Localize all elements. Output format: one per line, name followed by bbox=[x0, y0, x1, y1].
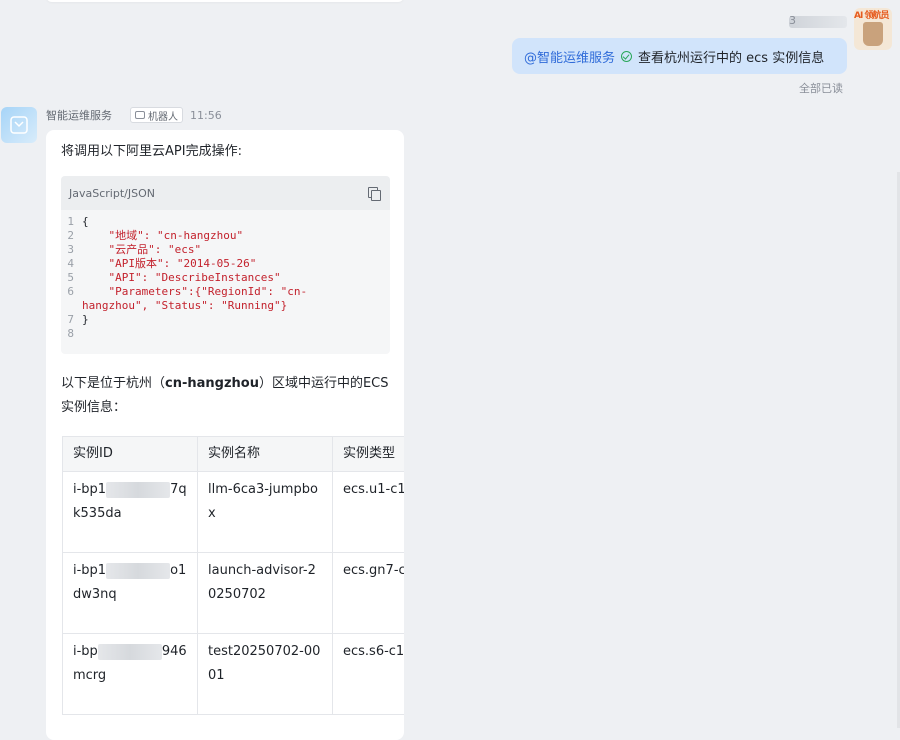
redacted-mask bbox=[106, 481, 171, 498]
line-number: 1 bbox=[67, 215, 74, 228]
user-name-initial: 3 bbox=[789, 14, 796, 27]
instance-table: 实例ID 实例名称 实例类型 i-bp1 7qk535da llm-6ca3-jum… bbox=[62, 436, 404, 715]
table-row: i-bp1 o1dw3nq launch-advisor-20250702 ecs.g… bbox=[62, 552, 404, 634]
read-status[interactable]: 全部已读 bbox=[799, 80, 843, 96]
code-text: "云产品": "ecs" bbox=[82, 243, 202, 256]
code-text: "Parameters":{"RegionId": "cn- bbox=[82, 285, 308, 298]
code-line: 2 "地域": "cn-hangzhou" bbox=[61, 229, 390, 243]
code-line: 8 bbox=[61, 327, 390, 341]
line-number bbox=[61, 299, 74, 313]
line-number: 3 bbox=[67, 243, 74, 256]
bot-avatar[interactable] bbox=[1, 107, 37, 143]
code-line: 6 "Parameters":{"RegionId": "cn- bbox=[61, 285, 390, 299]
user-avatar[interactable]: AI 领航员 bbox=[854, 8, 892, 50]
line-number: 4 bbox=[67, 257, 74, 270]
code-line: 1{ bbox=[61, 215, 390, 229]
copy-icon[interactable] bbox=[368, 187, 381, 201]
line-number: 2 bbox=[67, 229, 74, 242]
code-body: 1{2 "地域": "cn-hangzhou" 3 "云产品": "ecs" 4 "… bbox=[61, 210, 390, 341]
code-block: JavaScript/JSON 1{2 "地域": "cn-hangzhou" 3… bbox=[61, 176, 390, 354]
user-name-redacted: 3 bbox=[789, 14, 847, 28]
cup-icon bbox=[863, 22, 883, 46]
code-line: 7} bbox=[61, 313, 390, 327]
robot-tag-label: 机器人 bbox=[148, 111, 178, 123]
user-message-bubble[interactable]: @智能运维服务 查看杭州运行中的 ecs 实例信息 bbox=[512, 38, 847, 74]
line-number: 8 bbox=[67, 327, 74, 340]
summary-before: 以下是位于杭州（ bbox=[61, 376, 166, 391]
line-number: 6 bbox=[67, 285, 74, 298]
code-line: hangzhou", "Status": "Running"} bbox=[61, 299, 390, 313]
redacted-mask bbox=[97, 643, 162, 660]
instance-table-wrapper[interactable]: 实例ID 实例名称 实例类型 i-bp1 7qk535da llm-6ca3-jum… bbox=[62, 436, 404, 736]
header-instance-id: 实例ID bbox=[62, 436, 198, 472]
header-instance-type: 实例类型 bbox=[332, 436, 404, 472]
code-language: JavaScript/JSON bbox=[69, 186, 155, 200]
cell-instance-type: ecs.s6-c1m1.sm bbox=[332, 633, 404, 715]
instance-id-prefix: i-bp bbox=[73, 644, 98, 659]
user-message-text: 查看杭州运行中的 ecs 实例信息 bbox=[638, 50, 825, 66]
redacted-mask bbox=[106, 562, 171, 579]
line-number: 5 bbox=[67, 271, 74, 284]
table-header-row: 实例ID 实例名称 实例类型 bbox=[62, 436, 404, 472]
bot-message-card: 将调用以下阿里云API完成操作: JavaScript/JSON 1{2 "地域… bbox=[46, 130, 404, 740]
table-row: i-bp946mcrgtest20250702-0001ecs.s6-c1m1.… bbox=[62, 633, 404, 715]
code-text: "地域": "cn-hangzhou" bbox=[82, 229, 244, 242]
line-number: 7 bbox=[67, 313, 74, 326]
avatar-badge: AI 领航员 bbox=[854, 11, 889, 21]
robot-tag: 机器人 bbox=[130, 107, 183, 123]
robot-icon bbox=[135, 111, 145, 119]
header-instance-name: 实例名称 bbox=[197, 436, 333, 472]
table-row: i-bp17qk535dallm-6ca3-jumpboxecs.u1-c1m2… bbox=[62, 471, 404, 553]
code-block-header: JavaScript/JSON bbox=[61, 176, 390, 210]
previous-message-card bbox=[46, 0, 404, 2]
message-time: 11:56 bbox=[190, 108, 222, 122]
code-text: "API": "DescribeInstances" bbox=[82, 271, 281, 284]
code-line: 4 "API版本": "2014-05-26" bbox=[61, 257, 390, 271]
cell-instance-name: llm-6ca3-jumpbox bbox=[197, 471, 333, 553]
cell-instance-id[interactable]: i-bp1 7qk535da bbox=[62, 471, 198, 553]
code-text: "API版本": "2014-05-26" bbox=[82, 257, 257, 270]
bot-intro-text: 将调用以下阿里云API完成操作: bbox=[61, 144, 242, 159]
cell-instance-name: launch-advisor-20250702 bbox=[197, 552, 333, 634]
summary-text: 以下是位于杭州（cn-hangzhou）区域中运行中的ECS实例信息： bbox=[61, 372, 391, 420]
instance-id-prefix: i-bp1 bbox=[73, 563, 107, 578]
code-text: hangzhou", "Status": "Running"} bbox=[82, 299, 288, 312]
code-text: } bbox=[82, 313, 89, 326]
instance-id-prefix: i-bp1 bbox=[73, 482, 107, 497]
cell-instance-id[interactable]: i-bp 946mcrg bbox=[62, 633, 198, 715]
bot-message-header: 智能运维服务 机器人 11:56 bbox=[46, 107, 222, 123]
mention-link[interactable]: @智能运维服务 bbox=[524, 47, 615, 66]
code-line: 5 "API": "DescribeInstances" bbox=[61, 271, 390, 285]
summary-region: cn-hangzhou bbox=[165, 376, 259, 391]
cell-instance-name: test20250702-0001 bbox=[197, 633, 333, 715]
check-circle-icon bbox=[621, 50, 633, 62]
cell-instance-type: ecs.gn7-c56g1.1 bbox=[332, 552, 404, 634]
code-line: 3 "云产品": "ecs" bbox=[61, 243, 390, 257]
cell-instance-type: ecs.u1-c1m2.xl bbox=[332, 471, 404, 553]
bot-logo-icon bbox=[10, 116, 28, 134]
code-text: { bbox=[82, 215, 89, 228]
bot-name[interactable]: 智能运维服务 bbox=[46, 107, 112, 123]
cell-instance-id[interactable]: i-bp1 o1dw3nq bbox=[62, 552, 198, 634]
